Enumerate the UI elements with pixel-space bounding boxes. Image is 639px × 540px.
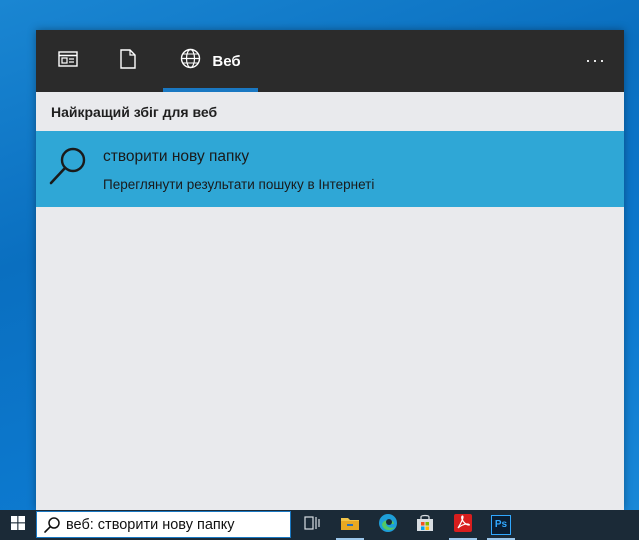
task-view-button[interactable] <box>294 510 330 540</box>
store-button[interactable] <box>407 510 443 540</box>
taskbar: веб: створити нову папку Ps <box>0 510 639 540</box>
tab-documents[interactable] <box>110 30 146 92</box>
search-icon <box>48 145 90 187</box>
documents-icon <box>120 48 136 74</box>
start-button[interactable] <box>0 510 36 540</box>
search-filter-bar: Веб ··· <box>36 30 624 92</box>
all-results-icon <box>58 50 78 72</box>
more-options-button[interactable]: ··· <box>585 50 606 70</box>
best-match-result[interactable]: створити нову папку Переглянути результа… <box>36 131 624 207</box>
tab-web-label: Веб <box>212 52 241 70</box>
edge-browser-button[interactable] <box>370 510 406 540</box>
acrobat-icon <box>453 513 473 538</box>
taskbar-search-box[interactable]: веб: створити нову папку <box>36 511 291 538</box>
best-match-heading: Найкращий збіг для веб <box>51 104 218 120</box>
file-explorer-button[interactable] <box>332 510 368 540</box>
photoshop-button[interactable]: Ps <box>483 510 519 540</box>
search-query-text: веб: створити нову папку <box>66 517 235 533</box>
search-panel: Веб ··· Найкращий збіг для веб створити … <box>36 30 624 510</box>
acrobat-button[interactable] <box>445 510 481 540</box>
search-icon <box>43 516 61 534</box>
photoshop-icon: Ps <box>491 515 511 535</box>
store-icon <box>416 514 434 537</box>
active-tab-indicator <box>163 88 258 92</box>
tab-all[interactable] <box>50 30 86 92</box>
task-view-icon <box>304 515 320 535</box>
file-explorer-icon <box>340 515 360 536</box>
result-subtitle: Переглянути результати пошуку в Інтернет… <box>103 177 375 192</box>
edge-icon <box>378 513 398 538</box>
windows-start-icon <box>11 515 25 535</box>
result-title: створити нову папку <box>103 148 250 165</box>
tab-web[interactable]: Веб <box>163 30 258 92</box>
globe-icon <box>180 48 201 74</box>
